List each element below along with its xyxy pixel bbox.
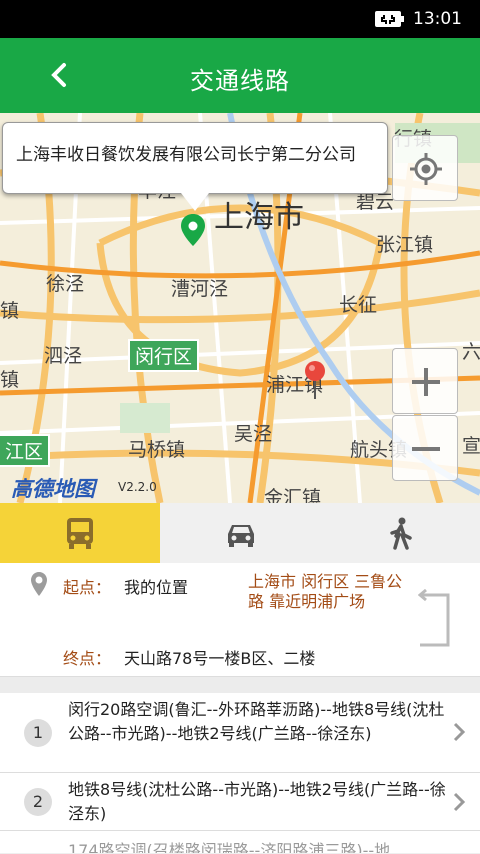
crosshair-icon <box>410 153 442 185</box>
tab-walk[interactable] <box>320 503 480 563</box>
start-field[interactable]: 我的位置 <box>124 574 188 598</box>
app-bar: 交通线路 <box>0 38 480 113</box>
route-description: 地铁8号线(沈杜公路--市光路)--地铁2号线(广兰路--徐泾东) <box>68 780 446 823</box>
tab-bus[interactable] <box>0 503 160 563</box>
callout-pointer <box>181 193 209 211</box>
route-description: 闵行20路空调(鲁汇--外环路莘沥路)--地铁8号线(沈杜公路--市光路)--地… <box>68 700 445 743</box>
plus-icon <box>412 368 440 396</box>
map-label-xujing: 徐泾 <box>46 273 85 295</box>
end-label: 终点： <box>63 649 112 668</box>
map-label-caohejing: 漕河泾 <box>171 278 229 300</box>
route-number-badge: 1 <box>24 719 52 747</box>
car-icon <box>228 525 254 547</box>
end-field[interactable]: 天山路78号一楼B区、二楼 <box>124 645 315 669</box>
destination-marker-icon[interactable] <box>180 213 206 247</box>
start-address: 上海市 闵行区 三鲁公路 靠近明浦广场 <box>248 572 403 611</box>
start-label: 起点： <box>63 578 112 597</box>
route-panel: 起点： 我的位置 上海市 闵行区 三鲁公路 靠近明浦广场 终点： 天山路78号一… <box>0 563 480 677</box>
map-label-changzheng: 长征 <box>339 294 378 316</box>
tab-car[interactable] <box>160 503 320 563</box>
route-number-badge: 2 <box>24 788 52 816</box>
location-callout[interactable]: 上海丰收日餐饮发展有限公司长宁第二分公司 <box>2 122 388 211</box>
clock: 13:01 <box>413 9 462 29</box>
map-label-zhen-1: 镇 <box>0 300 20 322</box>
map-label-zhangjiang: 张江镇 <box>376 234 434 256</box>
callout-text: 上海丰收日餐饮发展有限公司长宁第二分公司 <box>16 145 356 165</box>
map-label-wujing: 吴泾 <box>234 423 273 445</box>
location-pin-icon <box>31 572 47 596</box>
route-option-1[interactable]: 1 闵行20路空调(鲁汇--外环路莘沥路)--地铁8号线(沈杜公路--市光路)-… <box>0 693 480 773</box>
map-version: V2.2.0 <box>118 480 157 494</box>
chevron-right-icon <box>453 722 466 742</box>
map-label-liu: 六 <box>462 341 480 363</box>
map-label-jiangqu: 江区 <box>0 434 51 467</box>
map-logo: 高德地图 <box>11 477 95 501</box>
minus-icon <box>412 447 440 451</box>
zoom-in-button[interactable] <box>392 348 458 414</box>
map-label-sijing: 泗泾 <box>44 345 83 367</box>
swap-icon[interactable] <box>418 589 452 651</box>
map-label-jinhui: 金汇镇 <box>264 487 322 503</box>
walk-icon <box>390 517 412 550</box>
chevron-right-icon <box>453 792 466 812</box>
map-label-shanghai: 上海市 <box>214 200 304 235</box>
status-bar: 13:01 <box>0 0 480 38</box>
page-title: 交通线路 <box>190 67 290 95</box>
map-label-minhang: 闵行区 <box>128 339 200 372</box>
zoom-out-button[interactable] <box>392 415 458 481</box>
battery-charging-icon <box>375 11 404 27</box>
map-label-xuan: 宣 <box>462 435 480 457</box>
map-label-zhen-2: 镇 <box>0 369 20 391</box>
route-option-3[interactable]: 174路空调(召楼路闵瑞路--济阳路浦三路)--地 <box>0 831 480 854</box>
start-marker-icon[interactable] <box>303 360 327 400</box>
transport-mode-tabs <box>0 503 480 563</box>
route-description: 174路空调(召楼路闵瑞路--济阳路浦三路)--地 <box>68 841 391 854</box>
route-option-2[interactable]: 2 地铁8号线(沈杜公路--市光路)--地铁2号线(广兰路--徐泾东) <box>0 773 480 831</box>
map-label-maqiao: 马桥镇 <box>128 439 186 461</box>
locate-button[interactable] <box>392 135 458 201</box>
bus-icon <box>67 518 93 549</box>
section-divider <box>0 677 480 693</box>
map-view[interactable]: 上海市 行镇 华泾 碧云 张江镇 徐泾 漕河泾 长征 镇 泗泾 闵行区 浦江镇 … <box>0 113 480 503</box>
